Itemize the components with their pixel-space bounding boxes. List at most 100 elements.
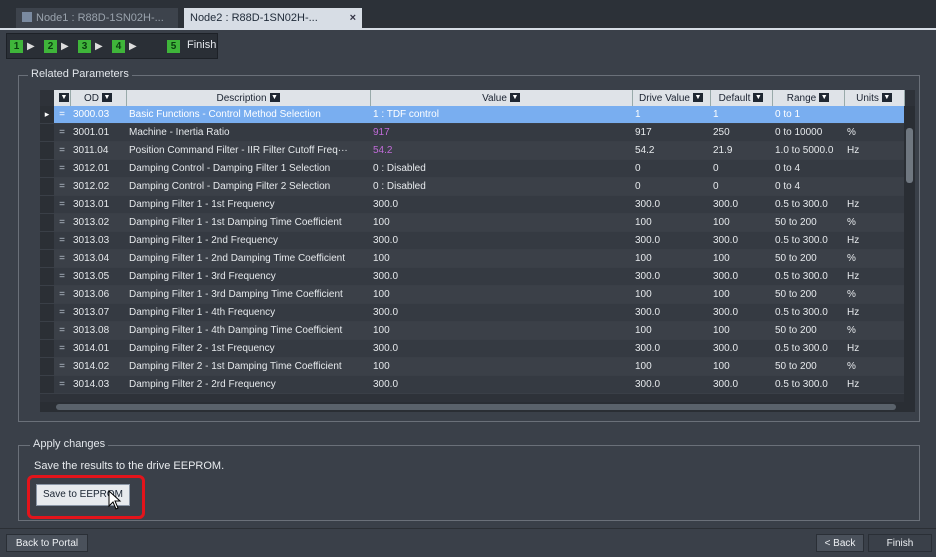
cell-od: 3014.03 [70, 375, 126, 394]
cell-value[interactable]: 300.0 [370, 195, 632, 214]
cell-value[interactable]: 917 [370, 123, 632, 142]
cell-default: 0 [710, 177, 772, 196]
filter-icon[interactable]: ▼ [269, 93, 280, 103]
cell-description: Basic Functions - Control Method Selecti… [126, 106, 370, 124]
cell-value[interactable]: 300.0 [370, 303, 632, 322]
row-indicator [40, 375, 54, 394]
tab-node2[interactable]: Node2 : R88D-1SN02H-... × [184, 8, 362, 28]
row-equal-icon: = [54, 231, 70, 250]
filter-icon[interactable]: ▼ [59, 93, 69, 103]
cell-value[interactable]: 100 [370, 357, 632, 376]
cell-value[interactable]: 100 [370, 249, 632, 268]
cell-value[interactable]: 0 : Disabled [370, 159, 632, 178]
parameters-grid: ▼ OD ▼ Description ▼ Value ▼ Drive Value ▼ D… [40, 90, 905, 394]
filter-icon[interactable]: ▼ [881, 93, 892, 103]
table-row[interactable]: = 3013.03 Damping Filter 1 - 2nd Frequency… [40, 231, 904, 250]
header-filter[interactable]: ▼ [54, 90, 71, 106]
step-2[interactable]: 2 [44, 40, 57, 53]
table-row[interactable]: = 3011.04 Position Command Filter - IIR Fi… [40, 141, 904, 160]
header-default[interactable]: Default ▼ [710, 90, 773, 106]
table-row[interactable]: = 3012.01 Damping Control - Damping Filter… [40, 159, 904, 178]
cell-range: 0 to 1 [772, 106, 844, 124]
step-arrow-icon: ▶ [27, 41, 35, 52]
header-drive-value[interactable]: Drive Value ▼ [632, 90, 711, 106]
cell-description: Damping Control - Damping Filter 2 Selec… [126, 177, 370, 196]
cell-drive-value: 100 [632, 213, 710, 232]
step-arrow-icon: ▶ [95, 41, 103, 52]
cell-default: 100 [710, 357, 772, 376]
row-indicator [40, 195, 54, 214]
filter-icon[interactable]: ▼ [819, 93, 830, 103]
row-indicator [40, 321, 54, 340]
cell-range: 0.5 to 300.0 [772, 231, 844, 250]
cell-drive-value: 54.2 [632, 141, 710, 160]
table-row[interactable]: = 3013.05 Damping Filter 1 - 3rd Frequency… [40, 267, 904, 286]
cell-default: 1 [710, 106, 772, 124]
filter-icon[interactable]: ▼ [102, 93, 112, 103]
filter-icon[interactable]: ▼ [509, 93, 520, 103]
cell-drive-value: 300.0 [632, 231, 710, 250]
close-icon[interactable]: × [350, 8, 356, 28]
cell-value[interactable]: 300.0 [370, 339, 632, 358]
cell-value[interactable]: 300.0 [370, 375, 632, 394]
cell-drive-value: 0 [632, 159, 710, 178]
cell-od: 3013.04 [70, 249, 126, 268]
table-row[interactable]: = 3014.02 Damping Filter 2 - 1st Damping T… [40, 357, 904, 376]
header-value[interactable]: Value ▼ [370, 90, 633, 106]
table-row[interactable]: = 3013.04 Damping Filter 1 - 2nd Damping T… [40, 249, 904, 268]
row-indicator [40, 141, 54, 160]
row-indicator [40, 303, 54, 322]
filter-icon[interactable]: ▼ [753, 93, 764, 103]
apply-description: Save the results to the drive EEPROM. [34, 460, 225, 472]
tab-node1[interactable]: Node1 : R88D-1SN02H-... [16, 8, 178, 28]
step-arrow-icon: ▶ [129, 41, 137, 52]
step-4[interactable]: 4 [112, 40, 125, 53]
cell-description: Damping Control - Damping Filter 1 Selec… [126, 159, 370, 178]
node-icon [22, 12, 32, 22]
vertical-scroll-thumb[interactable] [906, 128, 913, 183]
cell-value[interactable]: 0 : Disabled [370, 177, 632, 196]
cell-value[interactable]: 100 [370, 285, 632, 304]
cell-value[interactable]: 300.0 [370, 231, 632, 250]
cell-od: 3012.01 [70, 159, 126, 178]
finish-button[interactable]: Finish [868, 534, 932, 552]
header-od[interactable]: OD ▼ [70, 90, 127, 106]
horizontal-scroll-thumb[interactable] [56, 404, 896, 410]
header-od-label: OD [84, 92, 99, 104]
cell-od: 3013.02 [70, 213, 126, 232]
table-row[interactable]: = 3014.01 Damping Filter 2 - 1st Frequency… [40, 339, 904, 358]
step-finish-label: Finish [187, 39, 217, 51]
table-row[interactable]: = 3001.01 Machine - Inertia Ratio 917 917 250… [40, 123, 904, 142]
step-1[interactable]: 1 [10, 40, 23, 53]
step-5[interactable]: 5 [167, 40, 180, 53]
cell-range: 50 to 200 [772, 357, 844, 376]
cell-description: Damping Filter 1 - 2nd Frequency [126, 231, 370, 250]
cell-units [844, 106, 904, 124]
table-row[interactable]: ▸ = 3000.03 Basic Functions - Control Metho… [40, 106, 904, 124]
step-3[interactable]: 3 [78, 40, 91, 53]
table-row[interactable]: = 3012.02 Damping Control - Damping Filter… [40, 177, 904, 196]
table-row[interactable]: = 3013.08 Damping Filter 1 - 4th Damping T… [40, 321, 904, 340]
header-description[interactable]: Description ▼ [126, 90, 371, 106]
cell-value[interactable]: 1 : TDF control [370, 106, 632, 124]
back-button[interactable]: < Back [816, 534, 864, 552]
table-row[interactable]: = 3013.07 Damping Filter 1 - 4th Frequency… [40, 303, 904, 322]
cell-value[interactable]: 100 [370, 321, 632, 340]
back-to-portal-button[interactable]: Back to Portal [6, 534, 88, 552]
cell-drive-value: 300.0 [632, 267, 710, 286]
header-range-label: Range [786, 92, 817, 104]
cell-drive-value: 100 [632, 249, 710, 268]
row-equal-icon: = [54, 321, 70, 340]
table-row[interactable]: = 3013.02 Damping Filter 1 - 1st Damping T… [40, 213, 904, 232]
header-units[interactable]: Units ▼ [844, 90, 905, 106]
header-range[interactable]: Range ▼ [772, 90, 845, 106]
cell-value[interactable]: 54.2 [370, 141, 632, 160]
filter-icon[interactable]: ▼ [692, 93, 703, 103]
cell-value[interactable]: 300.0 [370, 267, 632, 286]
table-row[interactable]: = 3013.01 Damping Filter 1 - 1st Frequency… [40, 195, 904, 214]
table-row[interactable]: = 3014.03 Damping Filter 2 - 2rd Frequency… [40, 375, 904, 394]
cell-value[interactable]: 100 [370, 213, 632, 232]
tab-node1-label: Node1 : R88D-1SN02H-... [36, 12, 164, 24]
cell-units: Hz [844, 339, 904, 358]
table-row[interactable]: = 3013.06 Damping Filter 1 - 3rd Damping T… [40, 285, 904, 304]
